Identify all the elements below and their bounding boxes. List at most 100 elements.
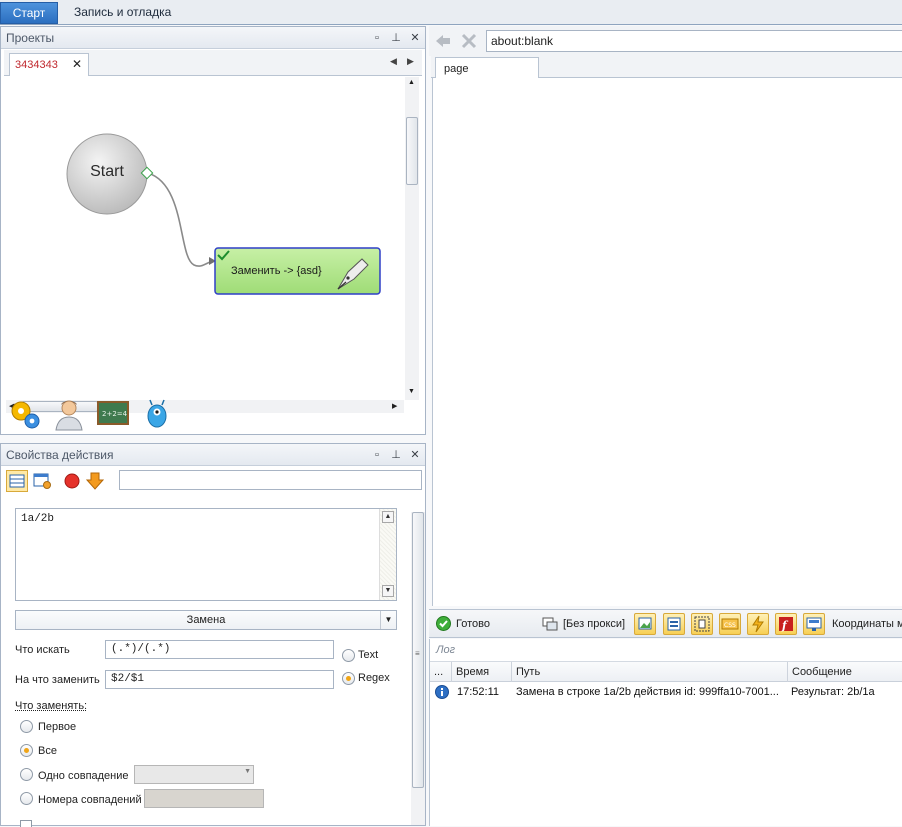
close-icon[interactable]: ✕: [409, 27, 421, 49]
start-node-label: Start: [90, 163, 124, 180]
proxy-icon: [542, 617, 558, 631]
text-mode-label: Text: [358, 649, 379, 661]
settings-gears-icon[interactable]: [8, 397, 42, 431]
search-pattern-input[interactable]: (.*)/(.*): [105, 640, 334, 659]
pin-icon[interactable]: ⊥: [390, 27, 402, 49]
info-icon: [435, 685, 449, 699]
project-canvas[interactable]: Start Заменить -> {asd}: [6, 77, 404, 400]
regex-mode-label: Regex: [358, 672, 390, 684]
properties-toolbar: [4, 468, 422, 494]
browser-nav-bar: about:blank: [429, 26, 902, 56]
textarea-scrollbar[interactable]: ▲ ▼: [379, 509, 396, 600]
back-icon[interactable]: [435, 33, 451, 49]
tab-record-debug[interactable]: Запись и отладка: [60, 2, 185, 24]
close-tab-icon[interactable]: ✕: [72, 57, 82, 71]
input-text-value: 1a/2b: [21, 513, 55, 525]
action-node-label: Заменить -> {asd}: [231, 265, 322, 277]
log-message: Результат: 2b/1a: [791, 686, 875, 698]
frame-toggle-icon[interactable]: [663, 613, 685, 635]
col-header-more[interactable]: ...: [430, 662, 452, 682]
grid-view-icon[interactable]: [6, 470, 28, 492]
chevron-down-icon[interactable]: ▼: [380, 611, 396, 629]
operation-select[interactable]: Замена ▼: [15, 610, 397, 630]
svg-text:2+2=4: 2+2=4: [102, 410, 128, 418]
input-text-area[interactable]: 1a/2b ▲ ▼: [15, 508, 397, 601]
close-icon[interactable]: ✕: [409, 444, 421, 466]
scroll-down-icon[interactable]: ▼: [382, 585, 394, 597]
document-tab-bar: 3434343 ✕ ◀ ▶: [4, 50, 422, 76]
opt-first-label: Первое: [38, 721, 77, 733]
col-header-message[interactable]: Сообщение: [788, 662, 902, 682]
tab-scroll-right-icon[interactable]: ▶: [407, 56, 414, 67]
toolbox: 2+2=4: [4, 394, 174, 434]
iframe-toggle-icon[interactable]: [691, 613, 713, 635]
opt-numbers-label: Номера совпадений: [38, 794, 142, 806]
pin-icon[interactable]: ⊥: [390, 444, 402, 466]
properties-panel-header: Свойства действия ▫ ⊥ ✕: [1, 444, 425, 466]
properties-panel-title: Свойства действия: [6, 448, 114, 462]
tab-project-document[interactable]: 3434343 ✕: [9, 53, 89, 76]
monitor-toggle-icon[interactable]: [803, 613, 825, 635]
col-header-path[interactable]: Путь: [512, 662, 788, 682]
url-input[interactable]: about:blank: [486, 30, 902, 52]
browser-tab-bar: page: [431, 56, 902, 79]
stop-icon[interactable]: [61, 470, 83, 492]
maximize-icon[interactable]: ▫: [371, 27, 383, 49]
tab-start[interactable]: Старт: [0, 2, 58, 24]
window-settings-icon[interactable]: [31, 470, 53, 492]
replace-pattern-input[interactable]: $2/$1: [105, 670, 334, 689]
log-panel: Лог ... Время Путь Сообщение 17:52:11 За…: [429, 639, 902, 826]
image-toggle-icon[interactable]: [634, 613, 656, 635]
css-toggle-icon[interactable]: CSS: [719, 613, 741, 635]
match-numbers-input[interactable]: [144, 789, 264, 808]
scroll-down-icon[interactable]: ▼: [408, 388, 415, 395]
scroll-up-icon[interactable]: ▲: [408, 79, 415, 86]
scroll-thumb[interactable]: ≡: [412, 512, 424, 788]
grip-icon: ≡: [415, 649, 420, 658]
canvas-vertical-scrollbar[interactable]: ▲ ▼: [405, 77, 419, 400]
log-title: Лог: [436, 644, 456, 656]
properties-search-input[interactable]: [119, 470, 422, 490]
script-toggle-icon[interactable]: [747, 613, 769, 635]
svg-text:CSS: CSS: [724, 622, 736, 629]
browser-view[interactable]: [432, 78, 902, 606]
properties-scrollbar[interactable]: ≡: [411, 512, 425, 825]
formula-board-icon[interactable]: 2+2=4: [96, 397, 130, 431]
radio-all[interactable]: [20, 744, 33, 757]
proxy-status[interactable]: [Без прокси]: [563, 618, 625, 630]
chevron-down-icon[interactable]: ▼: [244, 768, 251, 775]
bot-icon[interactable]: [140, 397, 174, 431]
user-icon[interactable]: [52, 397, 86, 431]
projects-panel: Проекты ▫ ⊥ ✕ 3434343 ✕ ◀ ▶ Start Замени…: [0, 26, 426, 435]
ribbon-tab-bar: Старт Запись и отладка: [0, 0, 902, 25]
status-ready-text: Готово: [456, 618, 490, 630]
scroll-thumb[interactable]: [406, 117, 418, 185]
log-table-header: ... Время Путь Сообщение: [430, 661, 902, 682]
col-header-time[interactable]: Время: [452, 662, 512, 682]
opt-one-label: Одно совпадение: [38, 770, 129, 782]
scroll-right-icon[interactable]: ▶: [392, 402, 397, 410]
flash-toggle-icon[interactable]: f: [775, 613, 797, 635]
stop-load-icon[interactable]: [461, 33, 477, 49]
radio-text-mode[interactable]: [342, 649, 355, 662]
maximize-icon[interactable]: ▫: [371, 444, 383, 466]
action-properties-panel: Свойства действия ▫ ⊥ ✕ 1a/2b ▲ ▼ Замена…: [0, 443, 426, 827]
projects-panel-header: Проекты ▫ ⊥ ✕: [1, 27, 425, 49]
arrow-down-icon[interactable]: [84, 470, 106, 492]
coordinates-label: Координаты м: [832, 618, 902, 630]
tab-page[interactable]: page: [435, 57, 539, 79]
status-bar: Готово [Без прокси] CSS f Координаты м: [429, 609, 902, 638]
match-select[interactable]: ▼: [134, 765, 254, 784]
what-replace-label: Что заменять:: [15, 700, 88, 712]
radio-match-numbers[interactable]: [20, 792, 33, 805]
log-time: 17:52:11: [457, 686, 500, 698]
ready-check-icon: [436, 616, 451, 631]
radio-regex-mode[interactable]: [342, 672, 355, 685]
project-tab-label: 3434343: [15, 59, 58, 71]
log-path: Замена в строке 1a/2b действия id: 999ff…: [516, 686, 779, 698]
scroll-up-icon[interactable]: ▲: [382, 511, 394, 523]
radio-one-match[interactable]: [20, 768, 33, 781]
radio-first[interactable]: [20, 720, 33, 733]
tab-scroll-left-icon[interactable]: ◀: [390, 56, 397, 67]
operation-select-value: Замена: [186, 614, 226, 626]
